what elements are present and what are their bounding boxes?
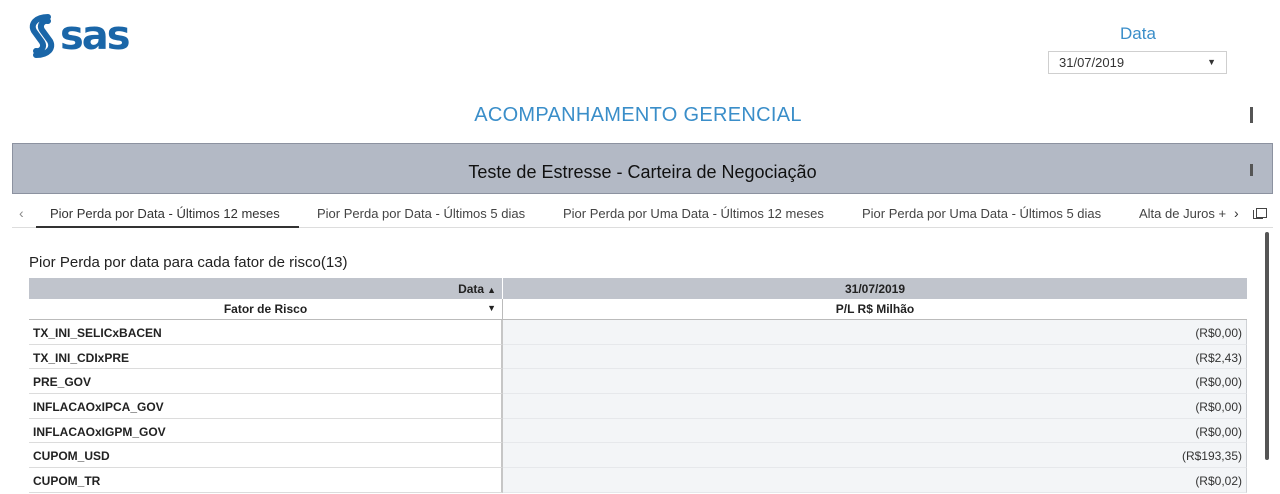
tab-alta-de-juros[interactable]: Alta de Juros + [1139, 206, 1231, 221]
header-fator-de-risco[interactable]: Fator de Risco ▼ [29, 299, 503, 319]
crosstab-table: Data ▲ 31/07/2019 Fator de Risco ▼ P/L R$… [29, 278, 1247, 493]
maximize-icon[interactable] [1253, 208, 1267, 219]
risk-factor-cell: CUPOM_TR [29, 468, 503, 493]
sas-logo: sas [26, 12, 138, 60]
vertical-scrollbar[interactable] [1265, 232, 1269, 460]
tab-scroll-left-icon[interactable]: ‹ [19, 205, 24, 221]
page-title: ACOMPANHAMENTO GERENCIAL [474, 104, 802, 126]
table-row[interactable]: INFLACAOxIPCA_GOV (R$0,00) [29, 394, 1247, 419]
tab-pior-perda-uma-data-12-meses[interactable]: Pior Perda por Uma Data - Últimos 12 mes… [563, 206, 824, 221]
column-menu-caret-icon[interactable]: ▼ [487, 303, 496, 313]
dropdown-caret-icon: ▼ [1207, 57, 1216, 67]
pl-value-cell: (R$0,00) [503, 320, 1247, 345]
risk-factor-cell: TX_INI_CDIxPRE [29, 344, 503, 370]
section-banner: Teste de Estresse - Carteira de Negociaç… [12, 143, 1273, 194]
logo-text: sas [60, 13, 131, 59]
risk-factor-cell: TX_INI_SELICxBACEN [29, 320, 503, 345]
header-date-label[interactable]: Data ▲ [29, 278, 503, 299]
date-dropdown[interactable]: 31/07/2019 ▼ [1048, 51, 1227, 74]
banner-title: Teste de Estresse - Carteira de Negociaç… [468, 162, 817, 182]
page-menu-handle-icon[interactable] [1250, 107, 1253, 123]
date-filter-label: Data [1120, 24, 1156, 43]
pl-value-cell: (R$0,02) [503, 468, 1247, 493]
pl-value-cell: (R$0,00) [503, 394, 1247, 419]
table-row[interactable]: CUPOM_TR (R$0,02) [29, 468, 1247, 493]
risk-factor-cell: CUPOM_USD [29, 443, 503, 469]
active-tab-indicator [36, 226, 299, 228]
banner-menu-handle-icon[interactable] [1250, 164, 1253, 176]
tab-pior-perda-12-meses[interactable]: Pior Perda por Data - Últimos 12 meses [50, 206, 280, 221]
table-header-row-columns: Fator de Risco ▼ P/L R$ Milhão [29, 299, 1247, 320]
risk-factor-cell: INFLACAOxIGPM_GOV [29, 418, 503, 444]
sas-swirl-icon [29, 14, 55, 58]
header-date-value: 31/07/2019 [503, 278, 1247, 299]
table-row[interactable]: TX_INI_CDIxPRE (R$2,43) [29, 344, 1247, 370]
table-row[interactable]: TX_INI_SELICxBACEN (R$0,00) [29, 320, 1247, 345]
date-dropdown-value: 31/07/2019 [1059, 55, 1125, 70]
sort-ascending-icon: ▲ [487, 285, 496, 295]
table-row[interactable]: CUPOM_USD (R$193,35) [29, 443, 1247, 469]
tab-pior-perda-uma-data-5-dias[interactable]: Pior Perda por Uma Data - Últimos 5 dias [862, 206, 1101, 221]
tab-scroll-right-icon[interactable]: › [1234, 205, 1239, 221]
pl-value-cell: (R$193,35) [503, 443, 1247, 469]
risk-factor-cell: PRE_GOV [29, 369, 503, 395]
tab-bar: ‹ Pior Perda por Data - Últimos 12 meses… [12, 203, 1273, 228]
risk-factor-cell: INFLACAOxIPCA_GOV [29, 394, 503, 419]
tab-pior-perda-5-dias[interactable]: Pior Perda por Data - Últimos 5 dias [317, 206, 525, 221]
table-header-row-date: Data ▲ 31/07/2019 [29, 278, 1247, 299]
pl-value-cell: (R$0,00) [503, 418, 1247, 444]
table-row[interactable]: INFLACAOxIGPM_GOV (R$0,00) [29, 418, 1247, 444]
header-pl-milhao: P/L R$ Milhão [835, 302, 915, 316]
table-title: Pior Perda por data para cada fator de r… [29, 254, 348, 271]
pl-value-cell: (R$2,43) [503, 344, 1247, 370]
pl-value-cell: (R$0,00) [503, 369, 1247, 395]
table-row[interactable]: PRE_GOV (R$0,00) [29, 369, 1247, 395]
